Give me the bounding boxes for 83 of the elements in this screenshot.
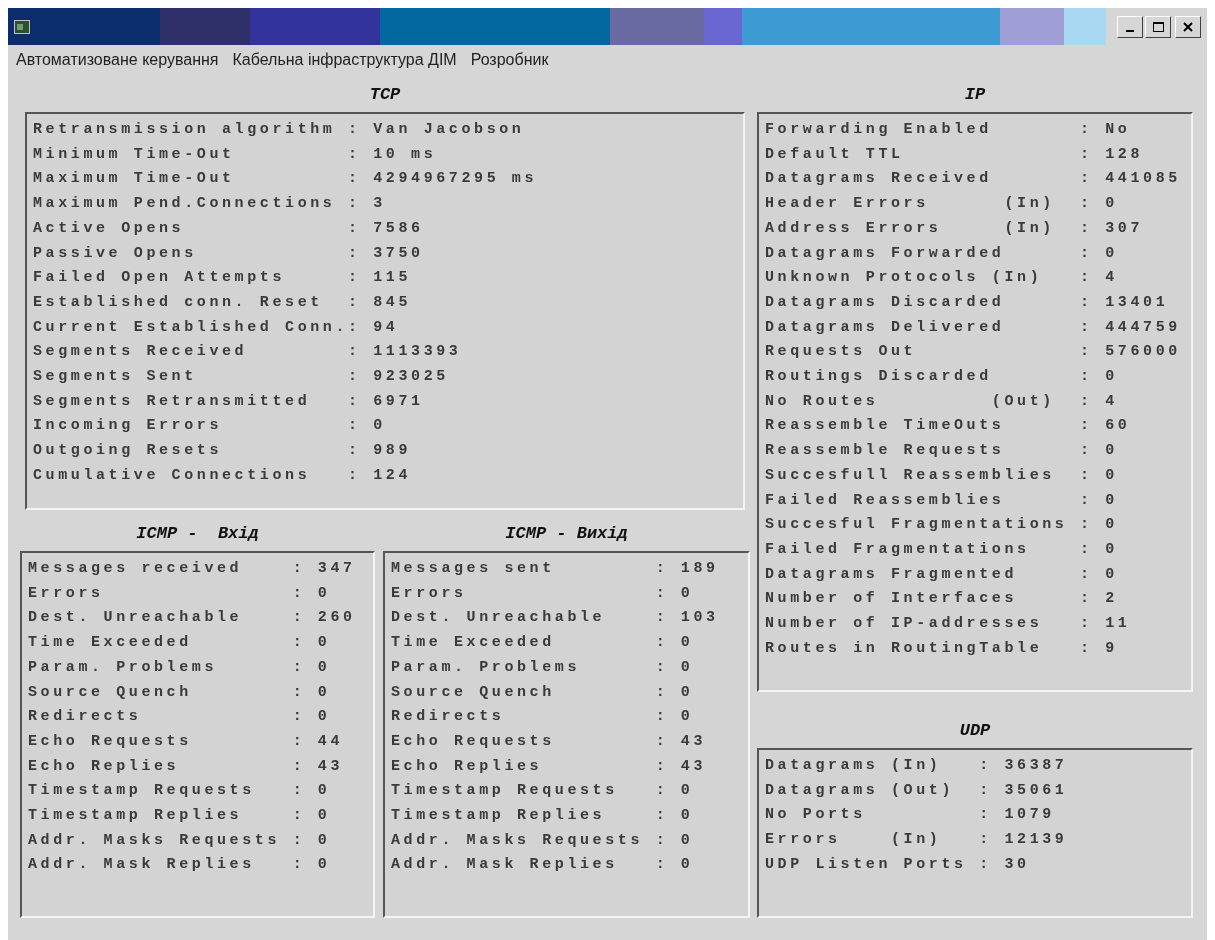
stat-line: Active Opens : 7586 (33, 218, 424, 239)
stat-line: Messages received : 347 (28, 559, 356, 579)
stat-line: Timestamp Requests : 0 (28, 781, 331, 802)
stat-line: Succesfull Reassemblies : 0 (765, 465, 1118, 486)
stat-line: Routes in RoutingTable : 9 (765, 638, 1118, 659)
stat-line: Addr. Mask Replies : 0 (28, 855, 331, 876)
stat-line: Reassemble Requests : 0 (765, 441, 1118, 462)
stat-line: Datagrams (In) : 36387 (765, 756, 1068, 776)
section-title: UDP (958, 720, 992, 742)
stat-line: Failed Reassemblies : 0 (765, 490, 1118, 511)
stat-line: Outgoing Resets : 989 (33, 441, 412, 462)
stat-line: Source Quench : 0 (391, 682, 694, 703)
stat-line: Errors : 0 (28, 583, 331, 604)
stat-line: Reassemble TimeOuts : 60 (765, 416, 1131, 437)
stat-line: Segments Sent : 923025 (33, 367, 449, 388)
close-icon (1183, 21, 1193, 32)
stat-line: UDP Listen Ports : 30 (765, 854, 1030, 875)
stat-line: Address Errors (In) : 307 (765, 218, 1144, 239)
stat-line: Dest. Unreachable : 103 (391, 608, 719, 629)
stat-line: Timestamp Replies : 0 (28, 806, 331, 827)
stat-line: Datagrams (Out) : 35061 (765, 780, 1068, 801)
stat-line: Datagrams Fragmented : 0 (765, 564, 1118, 585)
stat-line: Maximum Time-Out : 4294967295 ms (33, 169, 538, 190)
stat-line: Number of Interfaces : 2 (765, 589, 1118, 610)
stat-line: Default TTL : 128 (765, 144, 1144, 165)
menu-item[interactable]: Автоматизоване керування (16, 48, 219, 72)
stat-line: Cumulative Connections : 124 (33, 465, 412, 486)
stat-line: Maximum Pend.Connections : 3 (33, 194, 386, 215)
stat-line: Addr. Masks Requests : 0 (391, 830, 694, 851)
stat-line: Established conn. Reset : 845 (33, 292, 412, 313)
menu-item[interactable]: Розробник (470, 48, 549, 72)
stat-line: Retransmission algorithm : Van Jacobson (33, 120, 525, 140)
stat-line: Addr. Masks Requests : 0 (28, 830, 331, 851)
stat-line: Passive Opens : 3750 (33, 243, 424, 264)
close-button[interactable] (1175, 15, 1201, 38)
stat-line: Requests Out : 576000 (765, 342, 1181, 363)
app-icon (14, 19, 30, 34)
stat-line: Time Exceeded : 0 (391, 633, 694, 654)
stat-line: Messages sent : 189 (391, 559, 719, 579)
minimize-icon (1126, 29, 1134, 32)
stat-line: Errors (In) : 12139 (765, 830, 1068, 851)
stat-line: Datagrams Forwarded : 0 (765, 243, 1118, 264)
stat-line: Timestamp Replies : 0 (391, 806, 694, 827)
stat-line: Source Quench : 0 (28, 682, 331, 703)
stat-line: Datagrams Discarded : 13401 (765, 292, 1169, 313)
stat-line: Dest. Unreachable : 260 (28, 608, 356, 629)
section-title: ICMP - Вихід (504, 523, 629, 545)
stat-line: Failed Open Attempts : 115 (33, 268, 412, 289)
stat-line: Minimum Time-Out : 10 ms (33, 144, 437, 165)
stat-line: Segments Retransmitted : 6971 (33, 391, 424, 412)
stat-line: Echo Requests : 44 (28, 731, 344, 752)
stat-line: Routings Discarded : 0 (765, 367, 1118, 388)
stat-line: Param. Problems : 0 (28, 657, 331, 678)
stat-line: Header Errors (In) : 0 (765, 194, 1118, 215)
stat-line: Redirects : 0 (391, 707, 694, 728)
stat-line: Echo Replies : 43 (28, 756, 344, 777)
stat-line: No Ports : 1079 (765, 805, 1055, 826)
menu-item[interactable]: Кабельна інфраструктура ДІМ (232, 48, 457, 72)
stat-line: Incoming Errors : 0 (33, 416, 386, 437)
section-title: ICMP - Вхід (135, 523, 260, 545)
stat-line: Number of IP-addresses : 11 (765, 614, 1131, 635)
stat-line: Echo Requests : 43 (391, 731, 707, 752)
stat-line: Forwarding Enabled : No (765, 120, 1131, 140)
maximize-icon (1152, 21, 1164, 32)
stat-line: Addr. Mask Replies : 0 (391, 855, 694, 876)
stat-line: Timestamp Requests : 0 (391, 781, 694, 802)
section-title: IP (963, 84, 987, 106)
stat-line: Current Established Conn.: 94 (33, 317, 399, 338)
stat-line: Unknown Protocols (In) : 4 (765, 268, 1118, 289)
stat-line: Redirects : 0 (28, 707, 331, 728)
minimize-button[interactable] (1117, 15, 1143, 38)
stat-line: Failed Fragmentations : 0 (765, 539, 1118, 560)
section-title: TCP (368, 84, 402, 106)
stat-line: Param. Problems : 0 (391, 657, 694, 678)
stat-line: No Routes (Out) : 4 (765, 391, 1118, 412)
stat-line: Segments Received : 1113393 (33, 342, 462, 363)
stat-line: Datagrams Delivered : 444759 (765, 317, 1181, 338)
stat-line: Datagrams Received : 441085 (765, 169, 1181, 190)
stat-line: Succesful Fragmentations : 0 (765, 515, 1118, 536)
stat-line: Errors : 0 (391, 583, 694, 604)
maximize-button[interactable] (1145, 15, 1171, 38)
stat-line: Echo Replies : 43 (391, 756, 707, 777)
stat-line: Time Exceeded : 0 (28, 633, 331, 654)
